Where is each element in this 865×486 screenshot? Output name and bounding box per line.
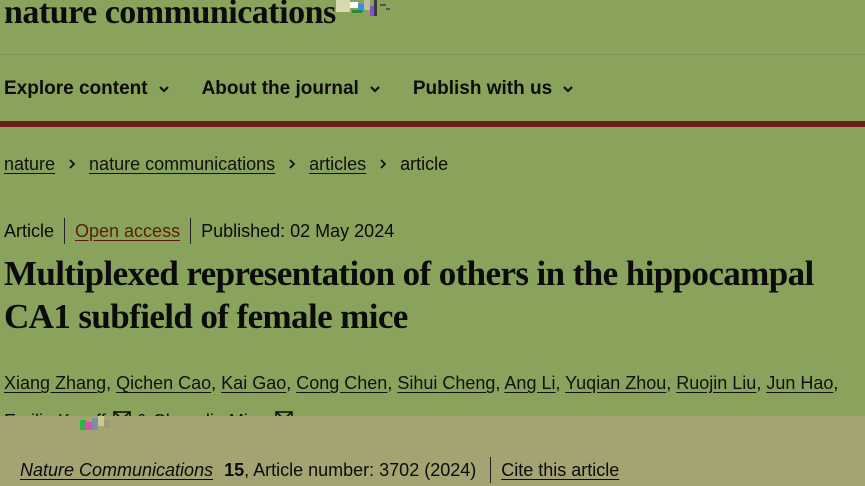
breadcrumb-nature-communications[interactable]: nature communications xyxy=(89,154,275,175)
author-link[interactable]: Xiang Zhang xyxy=(4,373,106,393)
article-type: Article xyxy=(4,220,55,241)
published-date: Published: 02 May 2024 xyxy=(201,220,395,241)
logo-glitch-artifact xyxy=(336,0,390,16)
author-link[interactable]: Cong Chen xyxy=(296,373,387,393)
nav-label: Explore content xyxy=(4,78,148,99)
author-link[interactable]: Sihui Cheng xyxy=(397,373,495,393)
nav-explore-content[interactable]: Explore content xyxy=(4,78,170,100)
chevron-down-icon xyxy=(158,86,169,93)
chevron-right-icon xyxy=(69,159,76,169)
volume-number: 15 xyxy=(224,459,245,480)
meta-divider xyxy=(190,218,192,244)
citation: Nature Communications 15 , Article numbe… xyxy=(20,456,619,484)
author-link[interactable]: Jun Hao xyxy=(766,373,833,393)
breadcrumb: nature nature communications articles ar… xyxy=(4,150,448,178)
chevron-right-icon xyxy=(380,159,387,169)
nav-divider xyxy=(0,121,865,127)
page: nature communications Explore content Ab… xyxy=(0,0,865,486)
nav-label: Publish with us xyxy=(412,78,553,99)
author-link[interactable]: Kai Gao xyxy=(221,373,286,393)
chevron-down-icon xyxy=(563,86,573,93)
citation-divider xyxy=(490,457,492,483)
article-meta: Article Open access Published: 02 May 20… xyxy=(4,217,394,245)
author-link[interactable]: Ang Li xyxy=(504,373,555,393)
breadcrumb-nature[interactable]: nature xyxy=(4,154,55,175)
chevron-right-icon xyxy=(289,159,296,169)
header: nature communications xyxy=(0,0,865,55)
main-nav: Explore content About the journal Publis… xyxy=(4,72,574,106)
author-link[interactable]: Ruojin Liu xyxy=(676,373,756,393)
article-number: , Article number: 3702 (2024) xyxy=(244,459,477,480)
breadcrumb-current: article xyxy=(400,153,449,174)
article-title: Multiplexed representation of others in … xyxy=(4,254,814,336)
open-access-link[interactable]: Open access xyxy=(75,221,180,242)
journal-link[interactable]: Nature Communications xyxy=(20,460,213,481)
site-logo[interactable]: nature communications xyxy=(4,0,336,32)
nav-publish-with-us[interactable]: Publish with us xyxy=(413,78,574,100)
author-link[interactable]: Yuqian Zhou xyxy=(565,373,666,393)
chevron-down-icon xyxy=(370,86,380,93)
nav-label: About the journal xyxy=(201,78,359,99)
breadcrumb-articles[interactable]: articles xyxy=(309,154,366,175)
meta-divider xyxy=(64,218,66,244)
author-link[interactable]: Qichen Cao xyxy=(116,373,211,393)
nav-about-journal[interactable]: About the journal xyxy=(202,78,381,100)
cite-this-article-link[interactable]: Cite this article xyxy=(501,460,619,481)
pixel-glitch-artifact xyxy=(80,416,109,430)
author-line-1: Xiang Zhang, Qichen Cao, Kai Gao, Cong C… xyxy=(4,373,839,393)
